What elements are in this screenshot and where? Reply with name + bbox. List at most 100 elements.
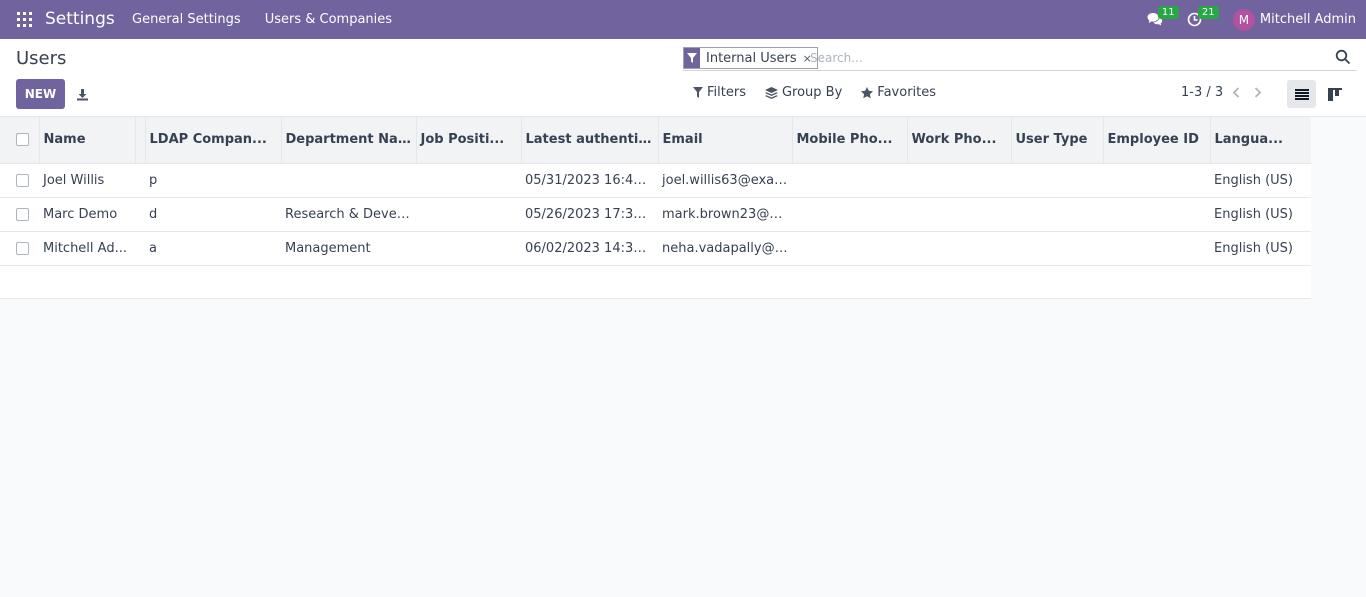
menu-users-companies[interactable]: Users & Companies	[265, 12, 392, 27]
row-checkbox[interactable]	[16, 207, 29, 221]
filters-button[interactable]: Filters	[693, 85, 746, 100]
column-header-email[interactable]: Email	[658, 117, 793, 163]
cell-department[interactable]	[281, 163, 416, 197]
table-header: Name LDAP Compan... Department Name Job …	[0, 117, 1311, 163]
nav-menu: General Settings Users & Companies	[132, 12, 392, 27]
table-row[interactable]: Joel Willis p 05/31/2023 16:47:19 joel.w…	[0, 163, 1311, 197]
kanban-view-button[interactable]	[1320, 80, 1349, 108]
users-list: Name LDAP Compan... Department Name Job …	[0, 117, 1311, 299]
table-footer-row	[0, 265, 1311, 298]
table-footer-cell	[0, 265, 1311, 298]
new-button[interactable]: NEW	[16, 79, 65, 109]
table-row[interactable]: Marc Demo d Research & Develo... 05/26/2…	[0, 197, 1311, 231]
avatar: M	[1232, 8, 1255, 31]
cell-work-phone[interactable]	[907, 197, 1011, 231]
column-header-name[interactable]: Name	[39, 117, 136, 163]
pager-value[interactable]: 1-3 / 3	[1181, 85, 1223, 100]
column-header-mobile-phone[interactable]: Mobile Pho...	[792, 117, 908, 163]
cell-ldap-company[interactable]: p	[145, 163, 281, 197]
cell-department[interactable]: Management	[281, 231, 416, 265]
menu-general-settings[interactable]: General Settings	[132, 12, 241, 27]
list-icon	[1294, 88, 1309, 100]
cell-email[interactable]: neha.vadapally@kt...	[658, 231, 792, 265]
cell-work-phone[interactable]	[907, 231, 1011, 265]
cell-name[interactable]: Joel Willis	[39, 163, 135, 197]
chevron-left-icon	[1232, 86, 1240, 98]
row-checkbox[interactable]	[16, 241, 29, 255]
download-icon	[76, 88, 88, 100]
table-row[interactable]: Mitchell Ad... a Management 06/02/2023 1…	[0, 231, 1311, 265]
cell-employee-id[interactable]	[1103, 163, 1210, 197]
filter-facet: Internal Users ×	[683, 47, 818, 69]
column-spacer	[135, 117, 146, 163]
messaging-menu[interactable]: 11	[1135, 0, 1179, 39]
column-header-ldap-company[interactable]: LDAP Compan...	[145, 117, 282, 163]
cell-mobile-phone[interactable]	[792, 231, 907, 265]
facet-label: Internal Users	[706, 50, 797, 66]
column-header-work-phone[interactable]: Work Pho...	[907, 117, 1012, 163]
cell-mobile-phone[interactable]	[792, 197, 907, 231]
cell-ldap-company[interactable]: d	[145, 197, 281, 231]
cell-department[interactable]: Research & Develo...	[281, 197, 416, 231]
cell-email[interactable]: mark.brown23@ex...	[658, 197, 792, 231]
top-navbar: Settings General Settings Users & Compan…	[0, 0, 1366, 39]
cell-employee-id[interactable]	[1103, 231, 1210, 265]
row-select-cell	[0, 197, 39, 231]
users-table: Name LDAP Compan... Department Name Job …	[0, 117, 1311, 299]
cell-user-type[interactable]	[1011, 163, 1103, 197]
app-title[interactable]: Settings	[45, 9, 115, 29]
activities-badge: 21	[1197, 6, 1219, 19]
cell-job-position[interactable]	[416, 197, 521, 231]
list-view-button[interactable]	[1287, 80, 1316, 108]
cell-language[interactable]: English (US)	[1210, 163, 1311, 197]
star-icon	[861, 86, 874, 98]
cell-latest-authentication[interactable]: 05/26/2023 17:37:28	[521, 197, 658, 231]
user-menu[interactable]: M Mitchell Admin	[1232, 8, 1356, 31]
filter-icon	[684, 48, 700, 68]
kanban-icon	[1327, 87, 1342, 101]
row-select-cell	[0, 163, 39, 197]
cell-employee-id[interactable]	[1103, 197, 1210, 231]
filter-icon	[693, 87, 703, 98]
cell-language[interactable]: English (US)	[1210, 197, 1311, 231]
row-select-cell	[0, 231, 39, 265]
column-header-job-position[interactable]: Job Positi...	[416, 117, 522, 163]
favorites-label: Favorites	[877, 85, 937, 100]
apps-menu-icon[interactable]	[17, 12, 32, 27]
cell-job-position[interactable]	[416, 163, 521, 197]
cell-latest-authentication[interactable]: 05/31/2023 16:47:19	[521, 163, 658, 197]
cell-user-type[interactable]	[1011, 231, 1103, 265]
activity-menu[interactable]: 21	[1175, 0, 1219, 39]
search-bar: Internal Users ×	[683, 45, 1357, 71]
select-all-checkbox[interactable]	[16, 133, 29, 147]
cell-language[interactable]: English (US)	[1210, 231, 1311, 265]
cell-work-phone[interactable]	[907, 163, 1011, 197]
search-icon[interactable]	[1335, 49, 1351, 65]
column-header-employee-id[interactable]: Employee ID	[1103, 117, 1211, 163]
column-header-department[interactable]: Department Name	[281, 117, 417, 163]
column-header-user-type[interactable]: User Type	[1011, 117, 1104, 163]
cell-spacer	[135, 197, 145, 231]
cell-name[interactable]: Marc Demo	[39, 197, 135, 231]
user-name: Mitchell Admin	[1259, 12, 1356, 27]
cell-job-position[interactable]	[416, 231, 521, 265]
cell-mobile-phone[interactable]	[792, 163, 907, 197]
search-input[interactable]	[810, 48, 1330, 68]
pager-previous-button[interactable]	[1228, 84, 1244, 100]
cell-user-type[interactable]	[1011, 197, 1103, 231]
cell-ldap-company[interactable]: a	[145, 231, 281, 265]
column-header-latest-authentication[interactable]: Latest authenticat...	[521, 117, 659, 163]
pager-next-button[interactable]	[1250, 84, 1266, 100]
group-by-label: Group By	[781, 85, 843, 100]
favorites-button[interactable]: Favorites	[861, 85, 936, 100]
cell-latest-authentication[interactable]: 06/02/2023 14:34:06	[521, 231, 658, 265]
export-button[interactable]	[72, 84, 92, 104]
cell-spacer	[135, 163, 145, 197]
cell-email[interactable]: joel.willis63@exam...	[658, 163, 792, 197]
row-checkbox[interactable]	[16, 173, 29, 187]
group-by-button[interactable]: Group By	[764, 85, 843, 100]
systray: 11 21 M Mitchell Admin	[1135, 0, 1366, 39]
column-header-language[interactable]: Langua...	[1210, 117, 1311, 163]
select-all-cell	[0, 117, 40, 163]
cell-name[interactable]: Mitchell Ad...	[39, 231, 135, 265]
